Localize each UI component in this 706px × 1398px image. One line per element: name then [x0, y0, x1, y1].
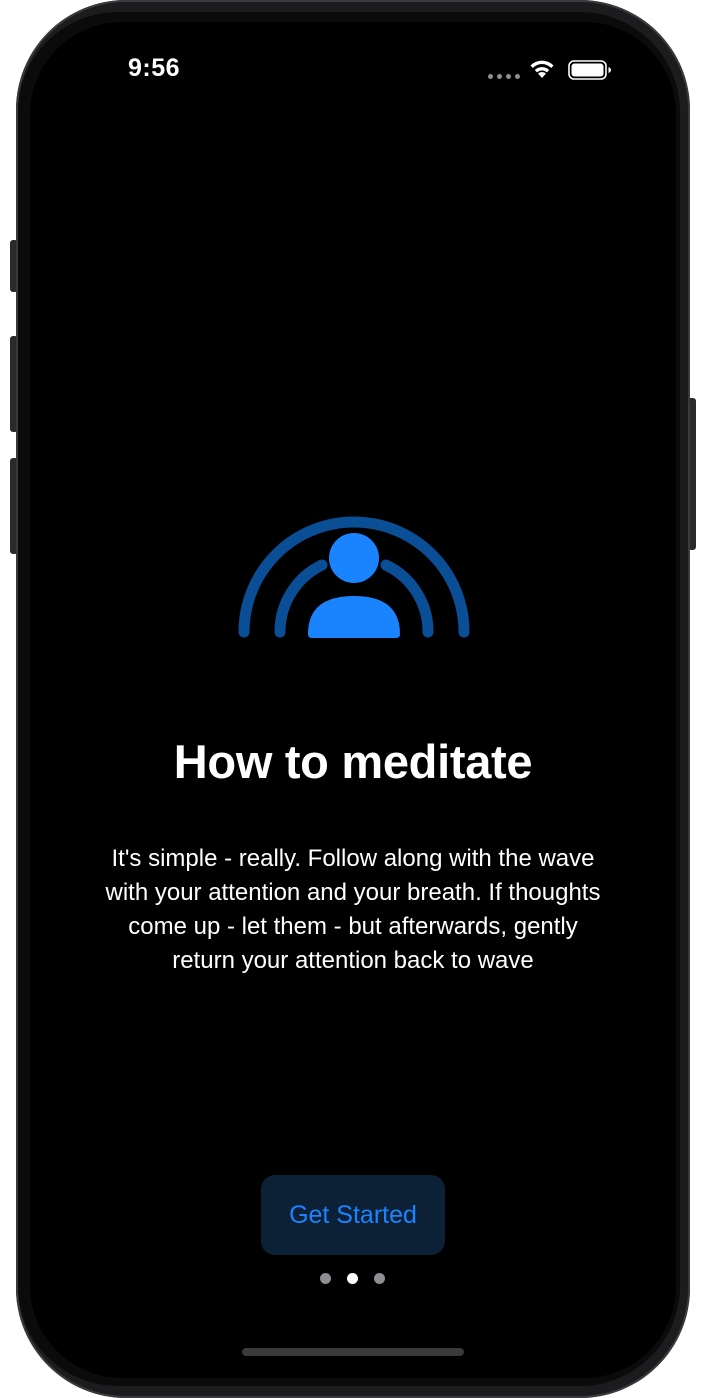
page-dot-3[interactable]	[374, 1273, 385, 1284]
phone-device: 9:56 How to meditate It's simple - reall…	[0, 0, 706, 1398]
page-indicator[interactable]	[320, 1273, 385, 1284]
page-dot-1[interactable]	[320, 1273, 331, 1284]
cellular-dots-icon	[488, 74, 520, 79]
page-title: How to meditate	[173, 735, 533, 788]
page-dot-2[interactable]	[347, 1273, 358, 1284]
person-wave-icon	[238, 516, 470, 638]
battery-icon	[568, 60, 611, 80]
description-text: It's simple - really. Follow along with …	[105, 845, 601, 974]
status-time: 9:56	[128, 54, 181, 82]
get-started-button[interactable]: Get Started	[261, 1175, 445, 1255]
wifi-icon	[530, 60, 554, 78]
home-indicator[interactable]	[242, 1348, 464, 1356]
screen: 9:56 How to meditate It's simple - reall…	[30, 22, 676, 1378]
